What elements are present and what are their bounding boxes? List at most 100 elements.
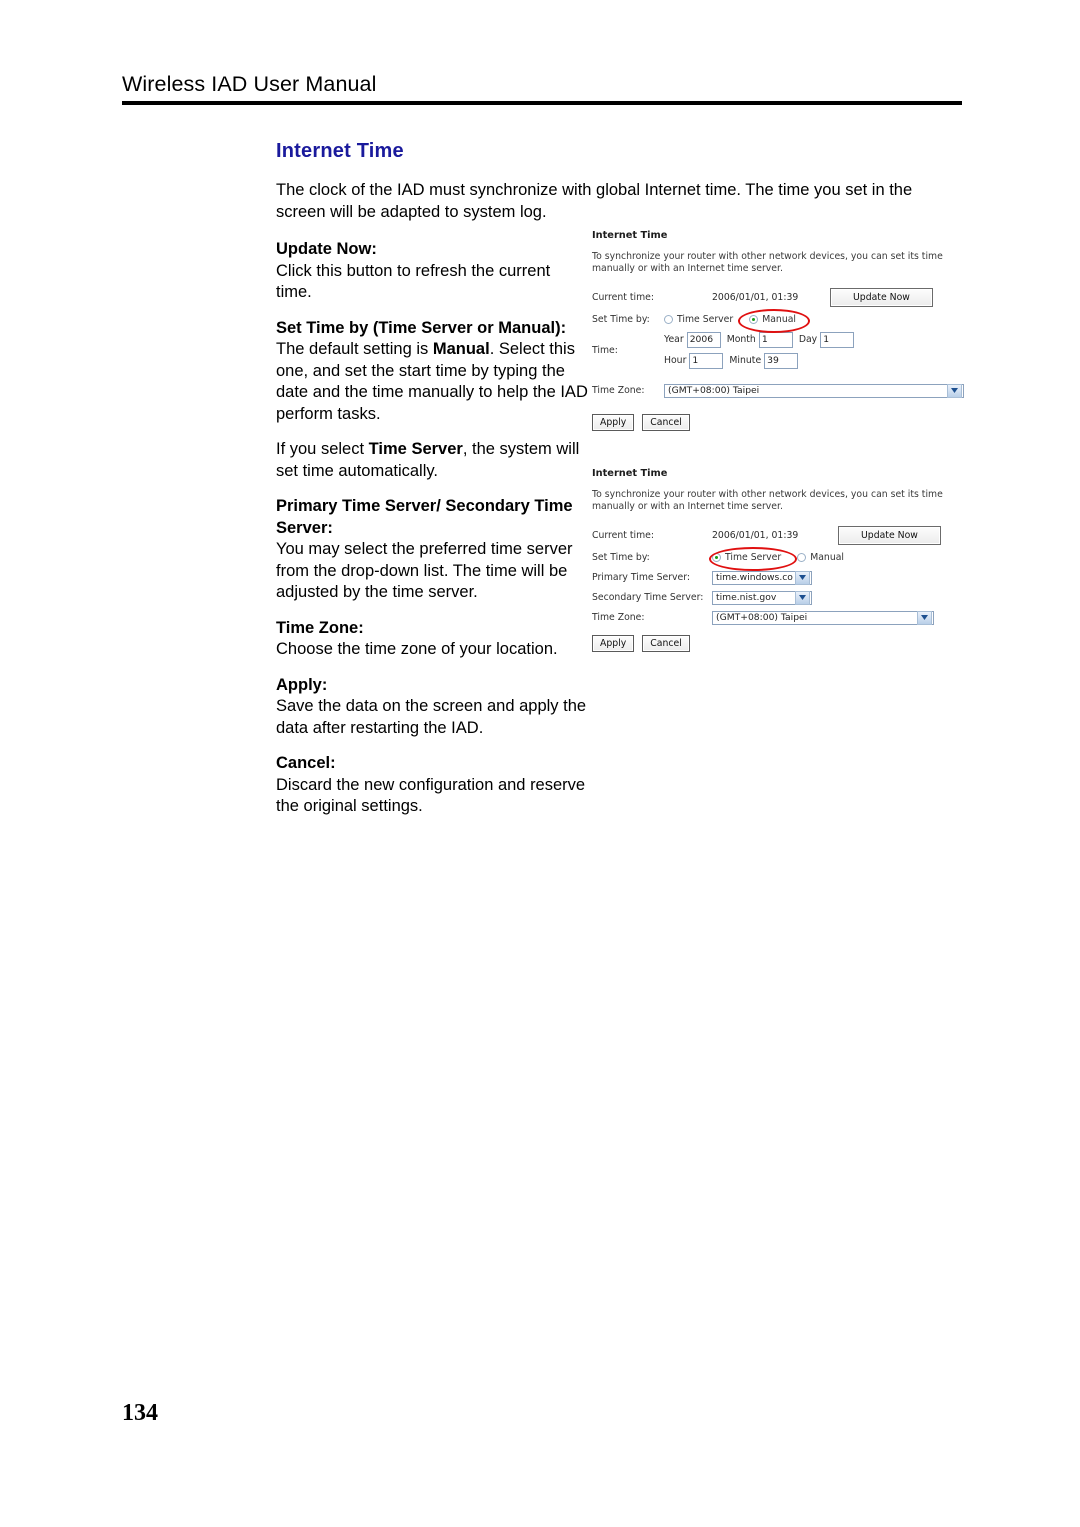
shot1-time-zone-select[interactable]: (GMT+08:00) Taipei [664, 383, 964, 398]
shot1-time-zone-label: Time Zone: [592, 384, 645, 396]
chevron-down-icon[interactable] [795, 590, 810, 605]
shot1-radio-manual-label: Manual [762, 313, 796, 325]
term-time-zone: Time Zone: [276, 618, 364, 637]
body-text-column: The clock of the IAD must synchronize wi… [276, 180, 912, 832]
content-area: Internet Time [276, 140, 976, 183]
shot1-minute-label: Minute [729, 355, 762, 366]
header-divider [122, 101, 962, 105]
desc-set-time-by-bold: Manual [432, 340, 490, 358]
shot2-time-zone-select[interactable]: (GMT+08:00) Taipei [712, 610, 934, 625]
desc-apply: Save the data on the screen and apply th… [276, 697, 587, 737]
shot1-date-line: Year 2006 Month 1 Day 1 [664, 332, 855, 348]
shot1-minute-input[interactable]: 39 [764, 353, 799, 369]
radio-button-selected-icon[interactable] [749, 315, 759, 324]
shot1-radio-manual[interactable]: Manual [749, 314, 808, 326]
page-header: Wireless IAD User Manual [122, 72, 962, 105]
term-cancel: Cancel: [276, 754, 336, 772]
shot1-cancel-button[interactable]: Cancel [642, 414, 690, 431]
shot2-primary-select[interactable]: time.windows.com [712, 570, 812, 585]
shot2-current-time-row: Current time: 2006/01/01, 01:39 Update N… [592, 526, 970, 545]
shot2-description: To synchronize your router with other ne… [592, 489, 943, 512]
shot2-current-time-value: 2006/01/01, 01:39 [712, 529, 799, 541]
definition-cancel: Cancel: Discard the new configuration an… [276, 753, 588, 818]
shot1-time-row: Time: Year 2006 Month 1 Day 1 Hour 1 Min… [592, 332, 970, 369]
shot1-current-time-row: Current time: 2006/01/01, 01:39 Update N… [592, 288, 970, 307]
radio-button-selected-icon[interactable] [712, 553, 721, 562]
shot2-cancel-button[interactable]: Cancel [642, 635, 690, 652]
shot2-apply-button[interactable]: Apply [592, 635, 635, 652]
shot1-time-label: Time: [592, 345, 618, 356]
shot1-title: Internet Time [592, 230, 668, 241]
definition-set-time-by: Set Time by (Time Server or Manual): The… [276, 318, 588, 426]
shot1-set-time-by-row: Set Time by: Time Server Manual [592, 309, 970, 333]
shot1-current-time-label: Current time: [592, 291, 655, 303]
definition-update-now: Update Now: Click this button to refresh… [276, 239, 588, 304]
shot2-primary-label: Primary Time Server: [592, 571, 691, 583]
term-update-now: Update Now: [276, 240, 377, 258]
term-apply: Apply: [276, 675, 328, 694]
shot2-update-now-button[interactable]: Update Now [838, 526, 941, 545]
shot2-secondary-select[interactable]: time.nist.gov [712, 590, 812, 605]
shot1-year-input[interactable]: 2006 [686, 332, 721, 348]
chevron-down-icon[interactable] [795, 570, 810, 585]
page-title: Internet Time [276, 140, 404, 162]
shot2-set-time-by-label: Set Time by: [592, 551, 650, 563]
shot1-time-zone-value: (GMT+08:00) Taipei [668, 384, 760, 396]
shot1-hour-input[interactable]: 1 [689, 353, 724, 369]
shot1-update-now-button[interactable]: Update Now [830, 288, 933, 307]
desc-time-server-bold: Time Server [368, 440, 463, 458]
shot2-primary-value: time.windows.com [716, 571, 793, 583]
desc-primary-secondary: You may select the preferred time server… [276, 540, 573, 601]
shot1-year-label: Year [664, 334, 684, 345]
screenshot-time-server-mode: Internet Time To synchronize your router… [592, 468, 970, 652]
shot2-primary-row: Primary Time Server: time.windows.com [592, 570, 970, 585]
shot2-time-zone-value: (GMT+08:00) Taipei [716, 611, 808, 623]
shot1-day-label: Day [798, 334, 818, 345]
definition-time-server-note: If you select Time Server, the system wi… [276, 439, 588, 482]
definition-apply: Apply: Save the data on the screen and a… [276, 675, 588, 740]
shot1-radio-time-server[interactable]: Time Server [664, 314, 745, 326]
shot1-description: To synchronize your router with other ne… [592, 251, 943, 274]
shot1-current-time-value: 2006/01/01, 01:39 [712, 291, 799, 303]
shot1-radio-time-server-label: Time Server [677, 313, 734, 325]
shot2-secondary-value: time.nist.gov [716, 591, 777, 603]
shot2-secondary-row: Secondary Time Server: time.nist.gov [592, 590, 970, 605]
shot2-secondary-label: Secondary Time Server: [592, 591, 704, 603]
term-set-time-by: Set Time by (Time Server or Manual): [276, 318, 567, 337]
shot2-radio-manual-label: Manual [810, 551, 844, 563]
intro-paragraph: The clock of the IAD must synchronize wi… [276, 181, 913, 221]
shot1-time-zone-row: Time Zone: (GMT+08:00) Taipei [592, 383, 970, 398]
radio-button-icon[interactable] [797, 553, 807, 562]
definition-time-zone: Time Zone: Choose the time zone of your … [276, 618, 588, 661]
screenshot-manual-mode: Internet Time To synchronize your router… [592, 230, 970, 431]
desc-update-now: Click this button to refresh the current… [276, 261, 551, 302]
shot2-radio-time-server-label: Time Server [725, 551, 782, 563]
shot1-day-input[interactable]: 1 [820, 332, 855, 348]
desc-time-server-pre: If you select [276, 440, 369, 458]
desc-time-zone: Choose the time zone of your location. [276, 640, 558, 658]
shot2-current-time-label: Current time: [592, 529, 655, 541]
shot2-radio-manual[interactable]: Manual [797, 552, 856, 564]
shot1-set-time-by-label: Set Time by: [592, 313, 650, 325]
shot1-hour-label: Hour [664, 355, 687, 366]
definition-primary-secondary: Primary Time Server/ Secondary Time Serv… [276, 496, 588, 604]
desc-set-time-by-pre: The default setting is [276, 340, 433, 358]
shot2-time-zone-label: Time Zone: [592, 611, 645, 623]
page-number: 134 [122, 1400, 158, 1426]
term-primary-secondary: Primary Time Server/ Secondary Time Serv… [276, 497, 573, 537]
chevron-down-icon[interactable] [947, 383, 962, 398]
shot2-title: Internet Time [592, 468, 668, 479]
radio-button-icon[interactable] [664, 315, 673, 324]
shot1-clock-line: Hour 1 Minute 39 [664, 353, 854, 369]
shot1-month-input[interactable]: 1 [758, 332, 793, 348]
manual-title: Wireless IAD User Manual [122, 72, 377, 96]
shot1-apply-button[interactable]: Apply [592, 414, 635, 431]
shot2-radio-time-server[interactable]: Time Server [712, 552, 793, 564]
shot2-set-time-by-row: Set Time by: Time Server Manual [592, 547, 970, 571]
shot2-time-zone-row: Time Zone: (GMT+08:00) Taipei [592, 610, 970, 625]
chevron-down-icon[interactable] [917, 610, 932, 625]
shot2-button-row: Apply Cancel [592, 635, 970, 652]
shot1-button-row: Apply Cancel [592, 414, 970, 431]
shot1-month-label: Month [726, 334, 756, 345]
desc-cancel: Discard the new configuration and reserv… [276, 775, 586, 816]
